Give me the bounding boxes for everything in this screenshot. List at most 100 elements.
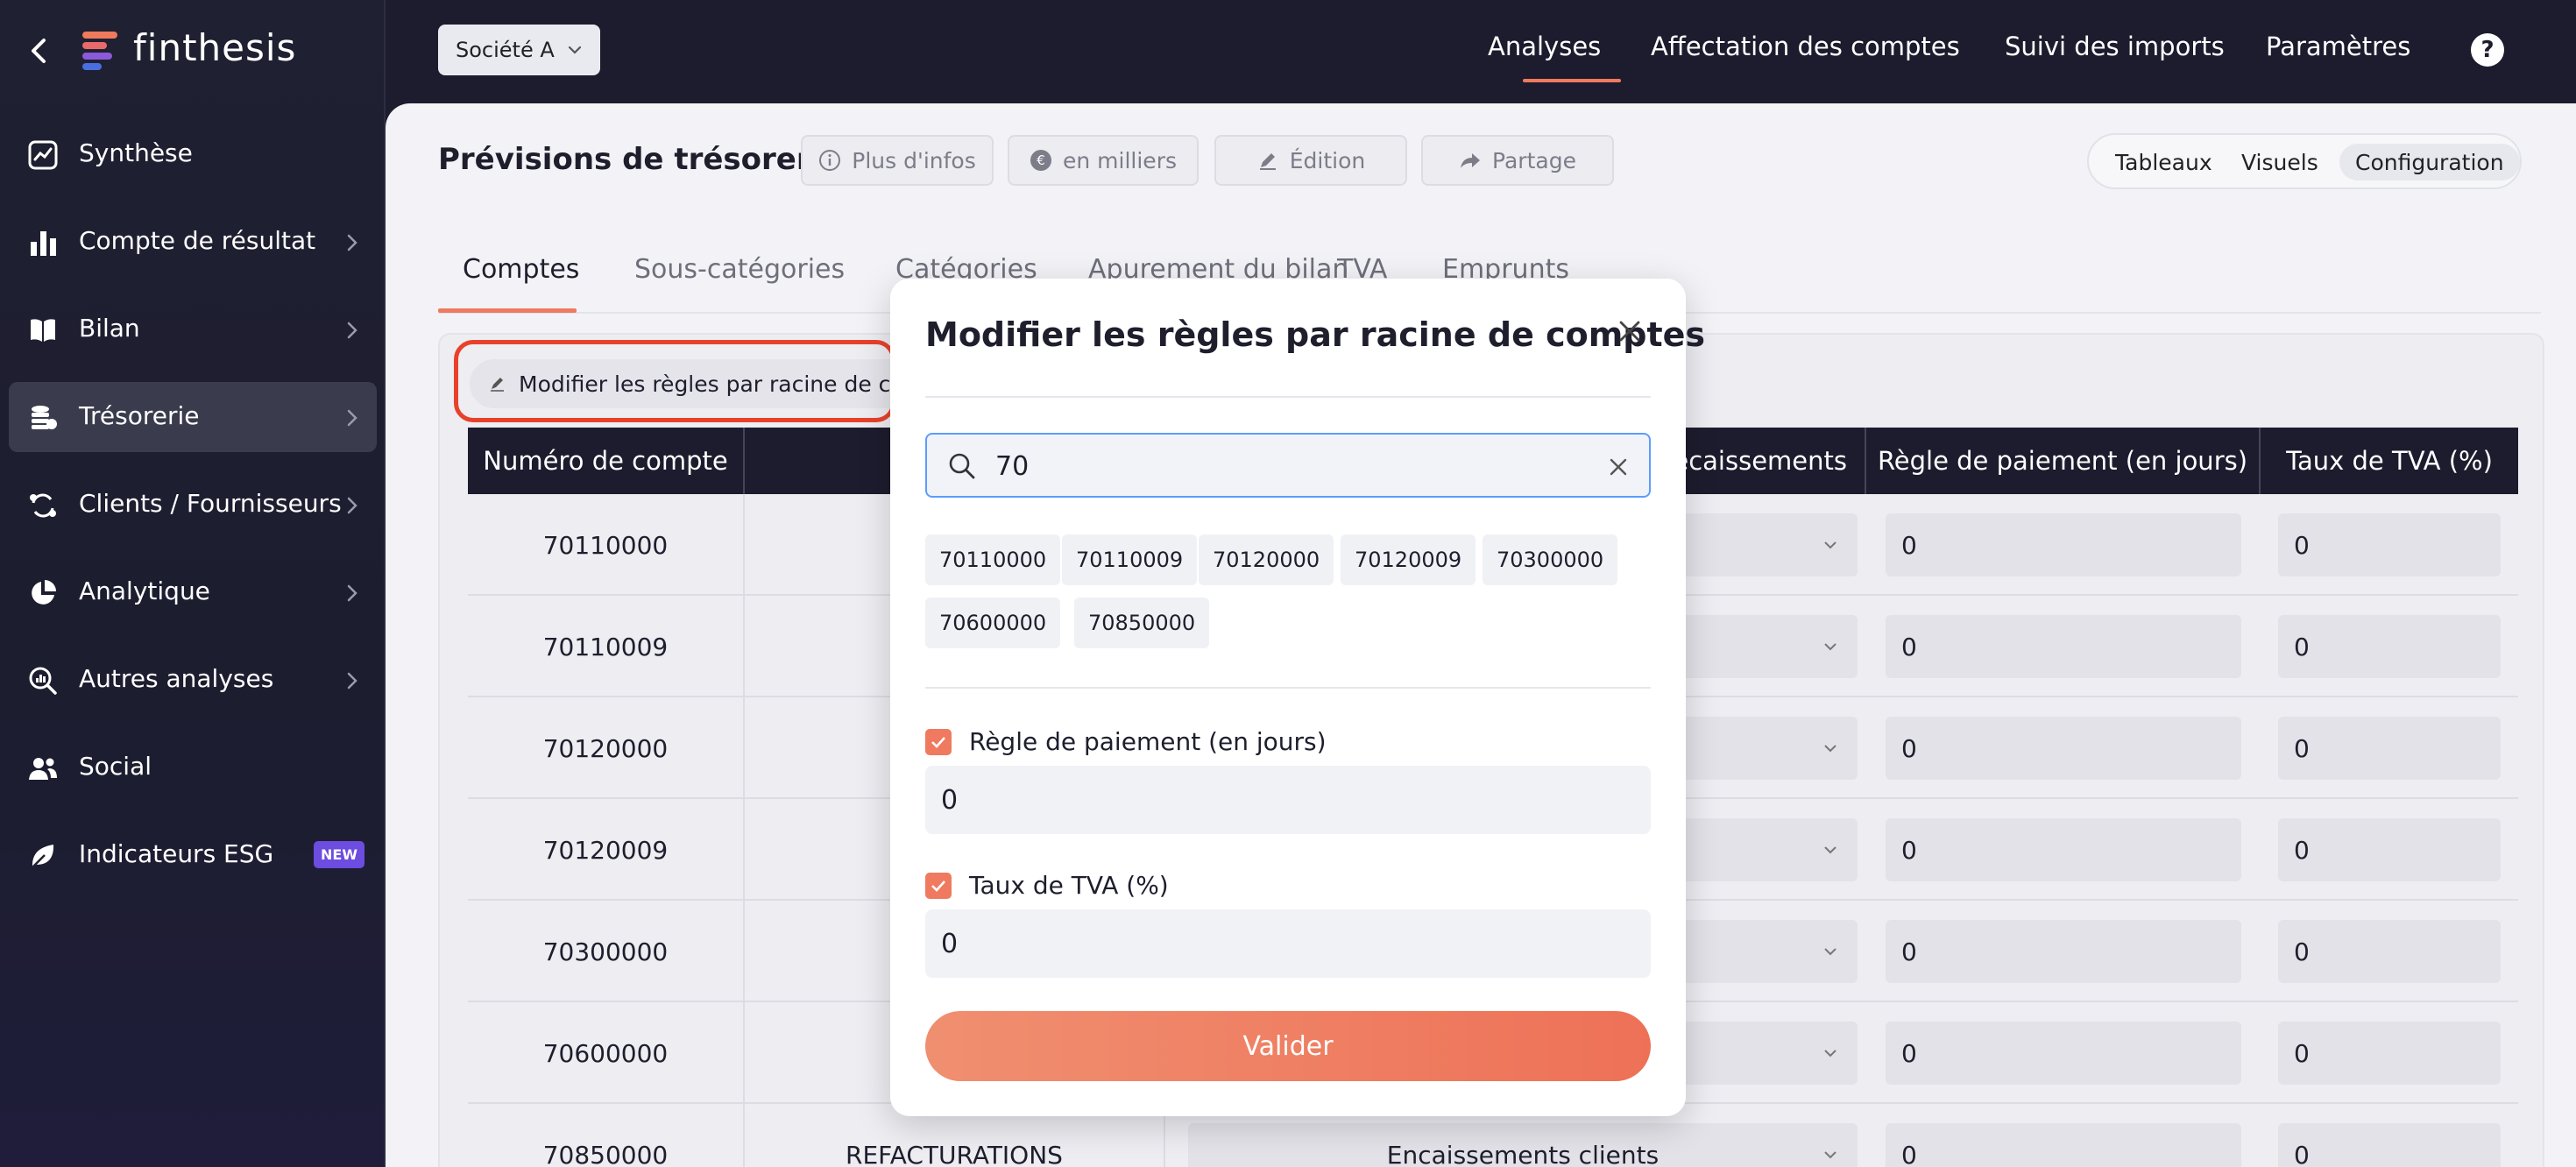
- sidebar-nav: Synthèse Compte de résultat Bilan Trésor…: [9, 119, 377, 908]
- view-visuels[interactable]: Visuels: [2226, 144, 2334, 180]
- vat-input[interactable]: 0: [2278, 615, 2501, 678]
- account-chip[interactable]: 70110009: [1062, 534, 1198, 585]
- vat-input[interactable]: 0: [2278, 513, 2501, 576]
- pencil-icon: [1259, 153, 1276, 170]
- edit-label: Édition: [1289, 147, 1366, 173]
- company-name: Société A: [456, 38, 555, 62]
- chart-line-icon: [28, 140, 58, 170]
- units-button[interactable]: € en milliers: [1008, 135, 1199, 186]
- payment-rule-input[interactable]: 0: [1886, 1022, 2241, 1085]
- payment-rule-option: Règle de paiement (en jours): [925, 727, 1327, 756]
- payment-rule-input[interactable]: 0: [1886, 1123, 2241, 1167]
- edit-button[interactable]: Édition: [1214, 135, 1407, 186]
- users-icon: [29, 758, 57, 780]
- check-icon: [931, 880, 945, 892]
- new-badge: NEW: [314, 841, 364, 868]
- sidebar-item-label: Synthèse: [79, 138, 193, 167]
- payment-rule-input[interactable]: 0: [1886, 920, 2241, 983]
- vat-input[interactable]: 0: [2278, 1123, 2501, 1167]
- finthesis-logo-icon: [82, 32, 117, 70]
- sidebar-item-social[interactable]: Social: [9, 732, 377, 803]
- sidebar-item-clients-fournisseurs[interactable]: Clients / Fournisseurs: [9, 470, 377, 540]
- chevron-right-icon: [347, 322, 357, 339]
- submit-button[interactable]: Valider: [925, 1011, 1651, 1081]
- payment-rule-input[interactable]: 0: [1886, 818, 2241, 881]
- payment-rule-input[interactable]: 0: [1886, 717, 2241, 780]
- chevron-right-icon: [347, 497, 357, 514]
- euro-icon: €: [1030, 150, 1051, 171]
- topnav-parametres[interactable]: Paramètres: [2266, 32, 2410, 61]
- topnav-suivi-des-imports[interactable]: Suivi des imports: [2005, 32, 2225, 61]
- account-number-cell: 70600000: [468, 1002, 745, 1104]
- vat-field[interactable]: 0: [925, 909, 1651, 978]
- sidebar-item-compte-de-resultat[interactable]: Compte de résultat: [9, 207, 377, 277]
- clear-icon[interactable]: [1607, 456, 1630, 478]
- exchange-icon: [30, 493, 56, 518]
- active-tab-underline: [438, 308, 577, 313]
- chevron-down-icon: [1824, 745, 1836, 753]
- share-arrow-icon: [1461, 153, 1481, 168]
- more-info-button[interactable]: Plus d'infos: [801, 135, 994, 186]
- highlight-annotation: [454, 340, 895, 422]
- view-tableaux[interactable]: Tableaux: [2099, 144, 2228, 180]
- sidebar-item-indicateurs-esg[interactable]: Indicateurs ESG NEW: [9, 820, 377, 890]
- modal-divider: [925, 687, 1651, 689]
- help-icon[interactable]: ?: [2471, 33, 2504, 67]
- category-value: Encaissements clients: [1386, 1140, 1660, 1167]
- page-title: Prévisions de trésorerie: [438, 142, 842, 177]
- chevron-right-icon: [347, 409, 357, 427]
- modify-rules-modal: Modifier les règles par racine de compte…: [890, 279, 1705, 1116]
- vat-input[interactable]: 0: [2278, 717, 2501, 780]
- modal-divider: [925, 396, 1651, 398]
- sidebar-item-synthese[interactable]: Synthèse: [9, 119, 377, 189]
- view-configuration[interactable]: Configuration: [2339, 144, 2520, 180]
- chevron-left-icon[interactable]: [26, 33, 53, 68]
- leaf-icon: [32, 845, 54, 868]
- vat-input[interactable]: 0: [2278, 818, 2501, 881]
- account-chip[interactable]: 70120000: [1199, 534, 1334, 585]
- more-info-label: Plus d'infos: [852, 147, 976, 173]
- tab-sous-categories[interactable]: Sous-catégories: [634, 254, 845, 285]
- payment-rule-field[interactable]: 0: [925, 766, 1651, 834]
- payment-rule-checkbox[interactable]: [925, 728, 952, 755]
- sidebar-item-label: Trésorerie: [79, 401, 200, 430]
- sidebar-item-autres-analyses[interactable]: Autres analyses: [9, 645, 377, 715]
- sidebar-item-label: Clients / Fournisseurs: [79, 489, 342, 518]
- account-chip[interactable]: 70850000: [1074, 598, 1210, 648]
- chevron-right-icon: [347, 234, 357, 251]
- account-chip[interactable]: 70120009: [1341, 534, 1476, 585]
- chevron-down-icon: [1824, 846, 1836, 854]
- svg-text:€: €: [1037, 152, 1045, 168]
- units-label: en milliers: [1063, 147, 1177, 173]
- vat-checkbox[interactable]: [925, 872, 952, 899]
- account-chip[interactable]: 70110000: [925, 534, 1061, 585]
- share-button[interactable]: Partage: [1421, 135, 1614, 186]
- sidebar-item-analytique[interactable]: Analytique: [9, 557, 377, 627]
- payment-rule-input[interactable]: 0: [1886, 615, 2241, 678]
- close-icon[interactable]: [1616, 317, 1644, 345]
- company-selector[interactable]: Société A: [438, 25, 600, 75]
- search-icon: [949, 453, 975, 479]
- sidebar-item-label: Bilan: [79, 314, 140, 343]
- tab-comptes[interactable]: Comptes: [463, 254, 579, 285]
- topnav-affectation-des-comptes[interactable]: Affectation des comptes: [1651, 32, 1960, 61]
- modal-title: Modifier les règles par racine de compte…: [925, 315, 1706, 354]
- account-root-search: [925, 433, 1651, 498]
- category-select[interactable]: Encaissements clients: [1188, 1123, 1858, 1167]
- vat-input[interactable]: 0: [2278, 920, 2501, 983]
- search-input[interactable]: [995, 445, 1565, 487]
- sidebar-item-tresorerie[interactable]: Trésorerie: [9, 382, 377, 452]
- sidebar-item-label: Compte de résultat: [79, 226, 316, 255]
- sidebar-item-label: Analytique: [79, 576, 210, 605]
- payment-rule-input[interactable]: 0: [1886, 513, 2241, 576]
- column-header: Règle de paiement (en jours): [1866, 428, 2261, 494]
- chevron-down-icon: [1824, 1050, 1836, 1057]
- sidebar-item-bilan[interactable]: Bilan: [9, 294, 377, 364]
- account-chip[interactable]: 70600000: [925, 598, 1061, 648]
- vat-input[interactable]: 0: [2278, 1022, 2501, 1085]
- account-chip[interactable]: 70300000: [1483, 534, 1618, 585]
- account-number-cell: 70300000: [468, 901, 745, 1002]
- bar-chart-icon: [31, 231, 56, 256]
- top-bar: Société A Analyses Affectation des compt…: [386, 0, 2576, 103]
- topnav-analyses[interactable]: Analyses: [1488, 32, 1601, 61]
